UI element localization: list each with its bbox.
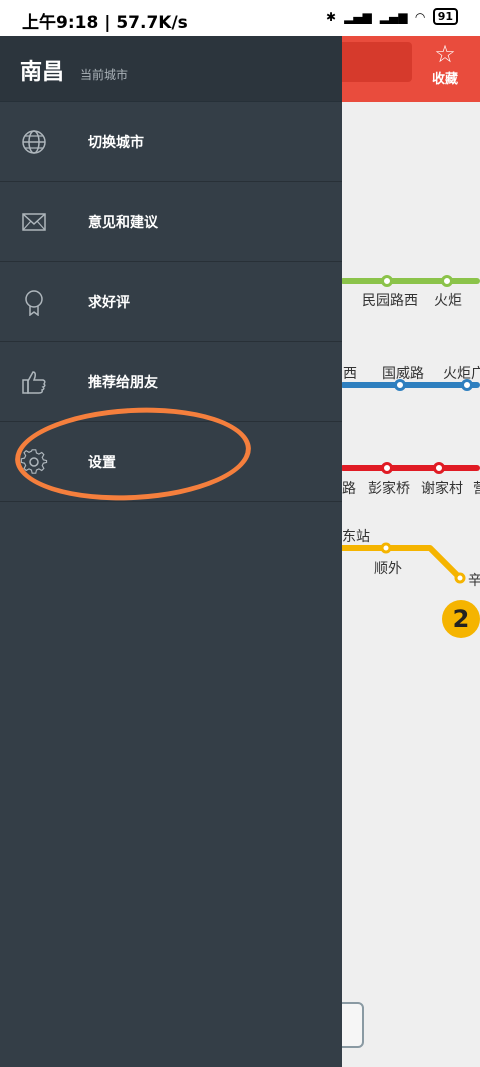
wifi-icon: ◠ — [415, 9, 425, 24]
status-bar: 上午9:18 | 57.7K/s ✱ ▂▄▆ ▂▄▆ ◠ 91 — [0, 0, 480, 36]
station-label[interactable]: 火炬广 — [443, 363, 480, 383]
station-dot[interactable] — [381, 462, 393, 474]
favorite-label: 收藏 — [431, 72, 458, 87]
signal-icon: ▂▄▆ — [344, 9, 372, 24]
station-label[interactable]: 路 — [342, 478, 356, 498]
station-label[interactable]: 营 — [473, 478, 480, 498]
line-2-badge[interactable]: 2 — [442, 600, 480, 638]
status-icons: ✱ ▂▄▆ ▂▄▆ ◠ 91 — [326, 8, 458, 25]
station-label[interactable]: 西 — [343, 363, 357, 383]
menu-label: 求好评 — [88, 295, 130, 311]
station-label[interactable]: 民园路西 — [362, 290, 418, 310]
station-label[interactable]: 顺外 — [374, 558, 402, 578]
status-time-speed: 上午9:18 | 57.7K/s — [22, 13, 188, 33]
signal2-icon: ▂▄▆ — [379, 9, 408, 24]
navigation-drawer: 南昌 当前城市 切换城市 意见和建议 求好评 推荐给朋友 设置 — [0, 36, 342, 1067]
station-label[interactable]: 东站 — [342, 526, 370, 546]
menu-label: 推荐给朋友 — [88, 375, 158, 391]
bluetooth-icon: ✱ — [326, 9, 337, 24]
red-line — [340, 465, 480, 471]
award-icon — [25, 290, 43, 316]
current-city-caption: 当前城市 — [80, 68, 129, 82]
station-label[interactable]: 谢家村 — [421, 478, 463, 498]
current-city: 南昌 — [20, 60, 65, 85]
menu-item-feedback[interactable]: 意见和建议 — [0, 182, 342, 262]
globe-icon — [22, 130, 46, 154]
drawer-header: 南昌 当前城市 — [0, 36, 342, 102]
station-dot[interactable] — [441, 275, 453, 287]
menu-item-rate[interactable]: 求好评 — [0, 262, 342, 342]
favorite-button[interactable]: ☆ 收藏 — [420, 40, 470, 87]
menu-label: 切换城市 — [88, 135, 144, 151]
station-dot[interactable] — [433, 462, 445, 474]
mail-icon — [22, 213, 46, 231]
thumbs-up-icon — [22, 371, 46, 394]
station-label[interactable]: 彭家桥 — [368, 478, 410, 498]
menu-item-switch-city[interactable]: 切换城市 — [0, 102, 342, 182]
star-icon: ☆ — [434, 40, 456, 68]
station-dot[interactable] — [381, 275, 393, 287]
station-label[interactable]: 火炬 — [434, 290, 462, 310]
battery-indicator: 91 — [432, 8, 458, 25]
green-line — [340, 278, 480, 284]
station-label[interactable]: 辛 — [468, 570, 480, 590]
menu-label: 意见和建议 — [88, 215, 158, 231]
station-label[interactable]: 国威路 — [382, 363, 424, 383]
